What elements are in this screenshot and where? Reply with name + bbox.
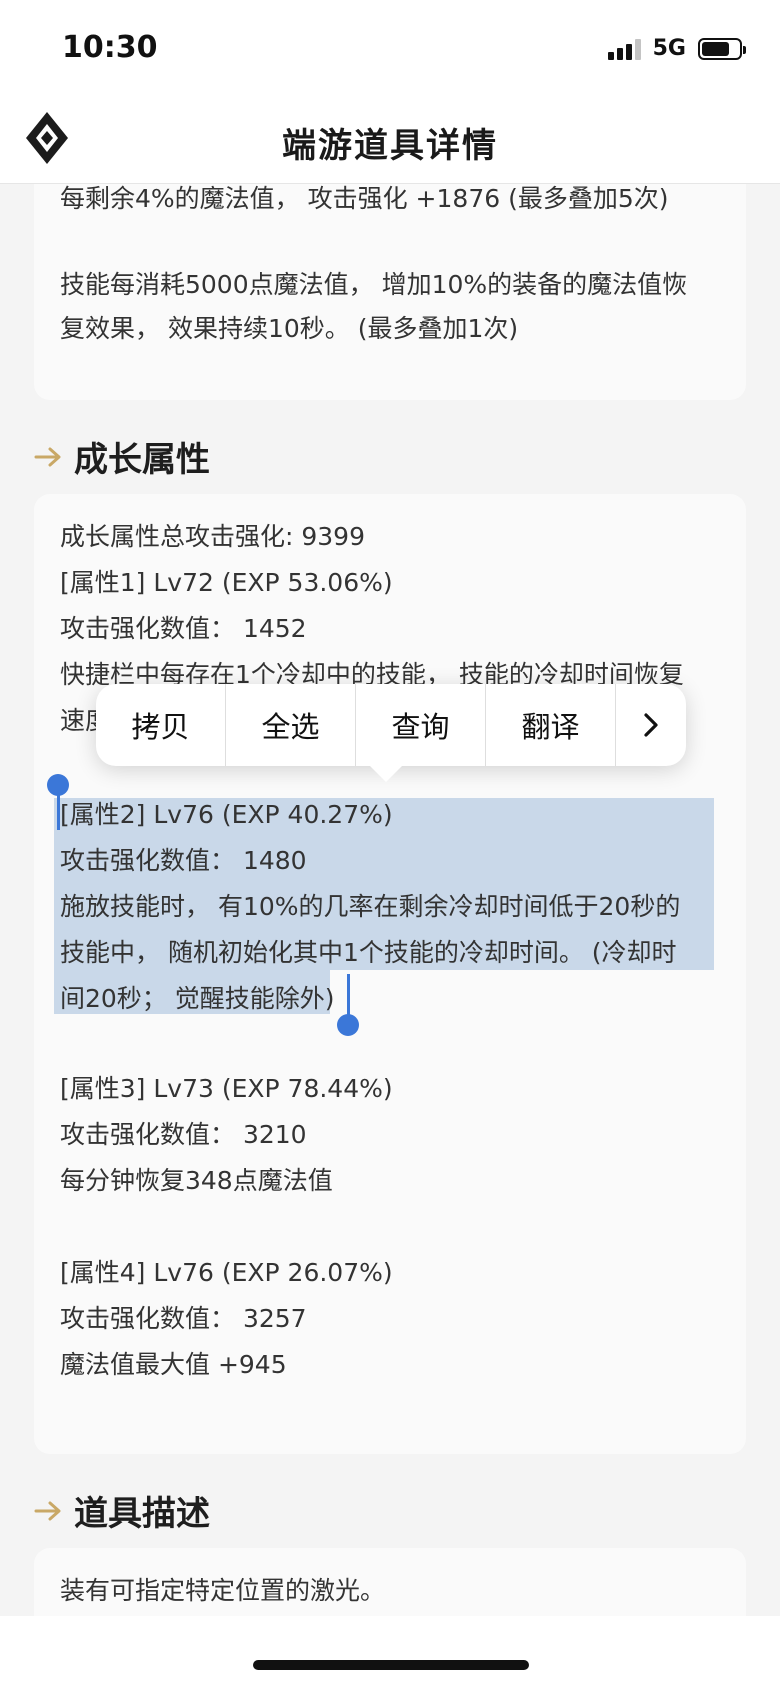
- effect-line-2: 技能每消耗5000点魔法值， 增加10%的装备的魔法值恢: [60, 270, 688, 299]
- battery-icon: [698, 37, 746, 60]
- attr1-header: [属性1] Lv72 (EXP 53.06%): [60, 568, 393, 597]
- section-arrow-icon: [34, 447, 61, 466]
- home-indicator[interactable]: [253, 1660, 529, 1670]
- description-text: 装有可指定特定位置的激光。: [60, 1576, 386, 1605]
- lookup-menu-item[interactable]: 查询: [356, 684, 486, 766]
- selection-start-bar[interactable]: [57, 790, 60, 830]
- effect-card: 每剩余4%的魔法值， 攻击强化 +1876 (最多叠加5次) 技能每消耗5000…: [34, 184, 746, 400]
- description-section-title: 道具描述: [74, 1494, 210, 1534]
- chevron-right-icon: [644, 713, 658, 737]
- growth-section-header: 成长属性: [34, 432, 210, 481]
- content-scroll[interactable]: 每剩余4%的魔法值， 攻击强化 +1876 (最多叠加5次) 技能每消耗5000…: [0, 184, 780, 1616]
- selection-end-bar[interactable]: [347, 974, 350, 1018]
- attr2-desc-3: 间20秒； 觉醒技能除外): [60, 984, 335, 1013]
- description-section-header: 道具描述: [34, 1486, 210, 1535]
- effect-line-3: 复效果， 效果持续10秒。 (最多叠加1次): [60, 314, 519, 343]
- attr3-value: 攻击强化数值： 3210: [60, 1120, 307, 1149]
- signal-icon: [607, 38, 641, 60]
- context-menu-pointer: [368, 764, 404, 782]
- effect-line-1: 每剩余4%的魔法值， 攻击强化 +1876 (最多叠加5次): [60, 184, 669, 213]
- growth-card: 成长属性总攻击强化: 9399 [属性1] Lv72 (EXP 53.06%) …: [34, 494, 746, 1454]
- attr4-value: 攻击强化数值： 3257: [60, 1304, 307, 1333]
- attr2-value: 攻击强化数值： 1480: [60, 846, 307, 875]
- description-card: 装有可指定特定位置的激光。: [34, 1548, 746, 1616]
- status-bar: 10:30 5G: [0, 0, 780, 100]
- select-all-menu-item[interactable]: 全选: [226, 684, 356, 766]
- text-context-menu: 拷贝 全选 查询 翻译: [96, 684, 686, 766]
- translate-menu-item[interactable]: 翻译: [486, 684, 616, 766]
- nav-bar: 端游道具详情: [0, 100, 780, 184]
- status-indicators: 5G: [607, 36, 746, 61]
- growth-section-title: 成长属性: [74, 440, 210, 480]
- page-title: 端游道具详情: [282, 126, 498, 166]
- attr3-desc-1: 每分钟恢复348点魔法值: [60, 1166, 333, 1195]
- growth-total: 成长属性总攻击强化: 9399: [60, 522, 365, 551]
- copy-menu-item[interactable]: 拷贝: [96, 684, 226, 766]
- attr4-desc-1: 魔法值最大值 +945: [60, 1350, 287, 1379]
- section-arrow-icon: [34, 1501, 61, 1520]
- attr1-value: 攻击强化数值： 1452: [60, 614, 307, 643]
- status-time: 10:30: [62, 30, 158, 65]
- attr4-header: [属性4] Lv76 (EXP 26.07%): [60, 1258, 393, 1287]
- network-label: 5G: [652, 36, 686, 61]
- attr2-header: [属性2] Lv76 (EXP 40.27%): [60, 800, 393, 829]
- attr2-desc-1: 施放技能时， 有10%的几率在剩余冷却时间低于20秒的: [60, 892, 681, 921]
- attr2-desc-2: 技能中， 随机初始化其中1个技能的冷却时间。 (冷却时: [60, 938, 677, 967]
- more-menu-button[interactable]: [616, 684, 686, 766]
- bottom-safe-area: [0, 1616, 780, 1688]
- attr3-header: [属性3] Lv73 (EXP 78.44%): [60, 1074, 393, 1103]
- selection-end-handle[interactable]: [337, 1014, 359, 1036]
